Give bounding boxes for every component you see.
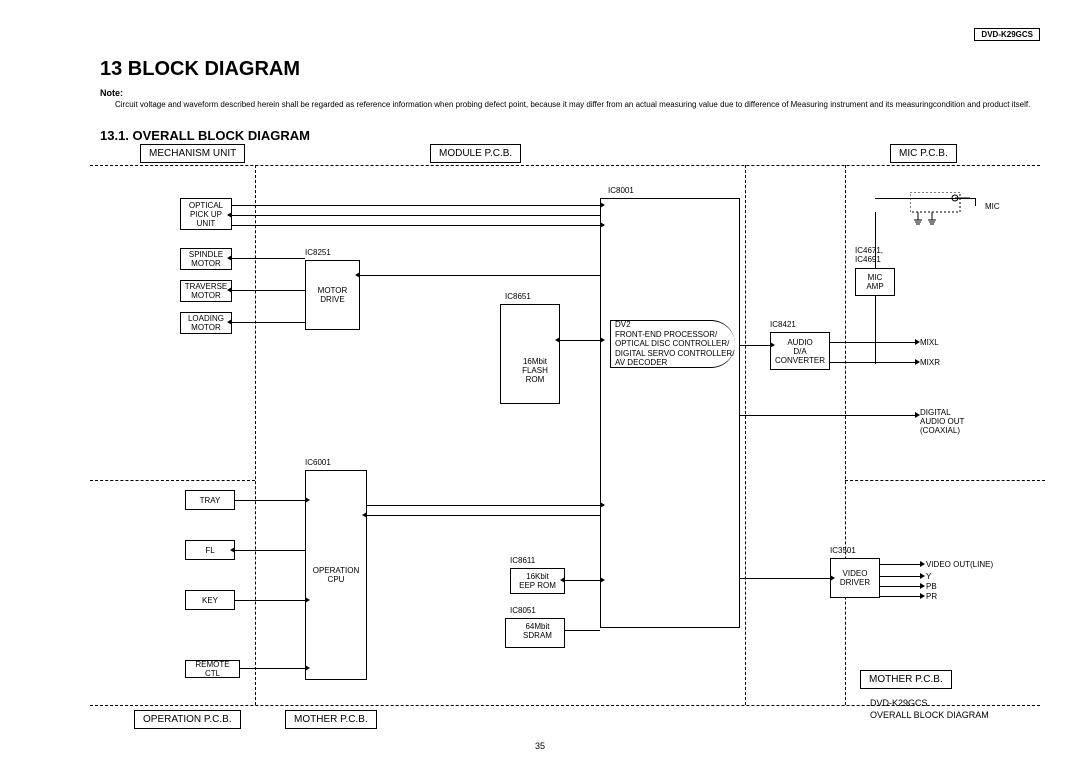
spindle-motor-block: SPINDLE MOTOR: [180, 248, 232, 270]
optical-pickup-block: OPTICAL PICK UP UNIT: [180, 198, 232, 230]
wire: [560, 340, 600, 341]
footer-model: DVD-K29GCS: [870, 698, 928, 708]
page: DVD-K29GCS 13 BLOCK DIAGRAM Note: Circui…: [0, 0, 1080, 763]
y-label: Y: [926, 572, 931, 581]
key-block: KEY: [185, 590, 235, 610]
note-label: Note:: [100, 88, 123, 98]
wire: [880, 564, 920, 565]
section-operation: OPERATION P.C.B.: [134, 710, 241, 729]
section-mother2: MOTHER P.C.B.: [860, 670, 952, 689]
ic8251-label: IC8251: [305, 248, 331, 257]
ic8001-label: IC8001: [608, 186, 634, 195]
divider: [90, 165, 1040, 166]
divider: [90, 480, 255, 481]
section-mother1: MOTHER P.C.B.: [285, 710, 377, 729]
block-diagram: MECHANISM UNIT MODULE P.C.B. MIC P.C.B. …: [90, 140, 1040, 730]
wire: [367, 505, 600, 506]
wire: [235, 600, 305, 601]
footer-caption: OVERALL BLOCK DIAGRAM: [870, 710, 989, 720]
wire: [232, 215, 600, 216]
operation-cpu-block: OPERATION CPU: [305, 470, 367, 680]
audio-da-block: AUDIO D/A CONVERTER: [770, 332, 830, 370]
wire: [875, 198, 975, 199]
wire: [875, 296, 876, 364]
ic8421-label: IC8421: [770, 320, 796, 329]
mixr-label: MIXR: [920, 358, 940, 367]
dv2-outer-block: [600, 198, 740, 628]
section-mic: MIC P.C.B.: [890, 144, 957, 163]
wire: [235, 500, 305, 501]
tray-block: TRAY: [185, 490, 235, 510]
wire: [740, 578, 830, 579]
wire: [875, 212, 876, 268]
page-number: 35: [535, 741, 545, 751]
mic-label: MIC: [985, 202, 1000, 211]
eeprom-block: 16Kbit EEP ROM: [510, 568, 565, 594]
motor-drive-block: MOTOR DRIVE: [305, 260, 360, 330]
fl-block: FL: [185, 540, 235, 560]
pb-label: PB: [926, 582, 937, 591]
divider: [255, 165, 256, 705]
mixl-label: MIXL: [920, 338, 939, 347]
sdram-block: [505, 618, 565, 648]
ic6001-label: IC6001: [305, 458, 331, 467]
loading-motor-block: LOADING MOTOR: [180, 312, 232, 334]
model-badge: DVD-K29GCS: [974, 28, 1040, 41]
video-out-label: VIDEO OUT(LINE): [926, 560, 993, 569]
pr-label: PR: [926, 592, 937, 601]
wire: [830, 362, 915, 363]
page-title: 13 BLOCK DIAGRAM: [100, 58, 300, 81]
note-text: Circuit voltage and waveform described h…: [115, 100, 1040, 110]
ic8651-label: IC8651: [505, 292, 531, 301]
wire: [880, 576, 920, 577]
wire: [565, 630, 600, 631]
digital-out-label: DIGITAL AUDIO OUT (COAXIAL): [920, 408, 964, 435]
wire: [975, 198, 976, 206]
mic-amp-block: MIC AMP: [855, 268, 895, 296]
wire: [560, 340, 561, 341]
wire: [740, 345, 770, 346]
wire: [367, 515, 600, 516]
ic8611-label: IC8611: [510, 556, 535, 565]
wire: [232, 290, 305, 291]
flash-rom-block: [500, 304, 560, 404]
wire: [240, 668, 305, 669]
ic8051-label: IC8051: [510, 606, 536, 615]
wire: [360, 275, 370, 276]
wire: [360, 275, 600, 276]
wire: [880, 596, 920, 597]
wire: [590, 580, 600, 581]
wire: [830, 342, 915, 343]
divider: [745, 165, 746, 705]
section-module: MODULE P.C.B.: [430, 144, 521, 163]
wire: [740, 415, 915, 416]
ic4671-label: IC4671, IC4691: [855, 246, 883, 264]
traverse-motor-block: TRAVERSE MOTOR: [180, 280, 232, 302]
wire: [232, 225, 600, 226]
wire: [880, 586, 920, 587]
wire: [235, 550, 305, 551]
section-mechanism: MECHANISM UNIT: [140, 144, 245, 163]
divider: [845, 165, 846, 705]
dv2-inner-bracket: [610, 320, 735, 368]
wire: [232, 322, 305, 323]
video-driver-block: VIDEO DRIVER: [830, 558, 880, 598]
remote-block: REMOTE CTL: [185, 660, 240, 678]
wire: [232, 258, 305, 259]
wire: [232, 205, 600, 206]
ic3501-label: IC3501: [830, 546, 856, 555]
wire: [565, 580, 566, 581]
divider: [845, 480, 1045, 481]
